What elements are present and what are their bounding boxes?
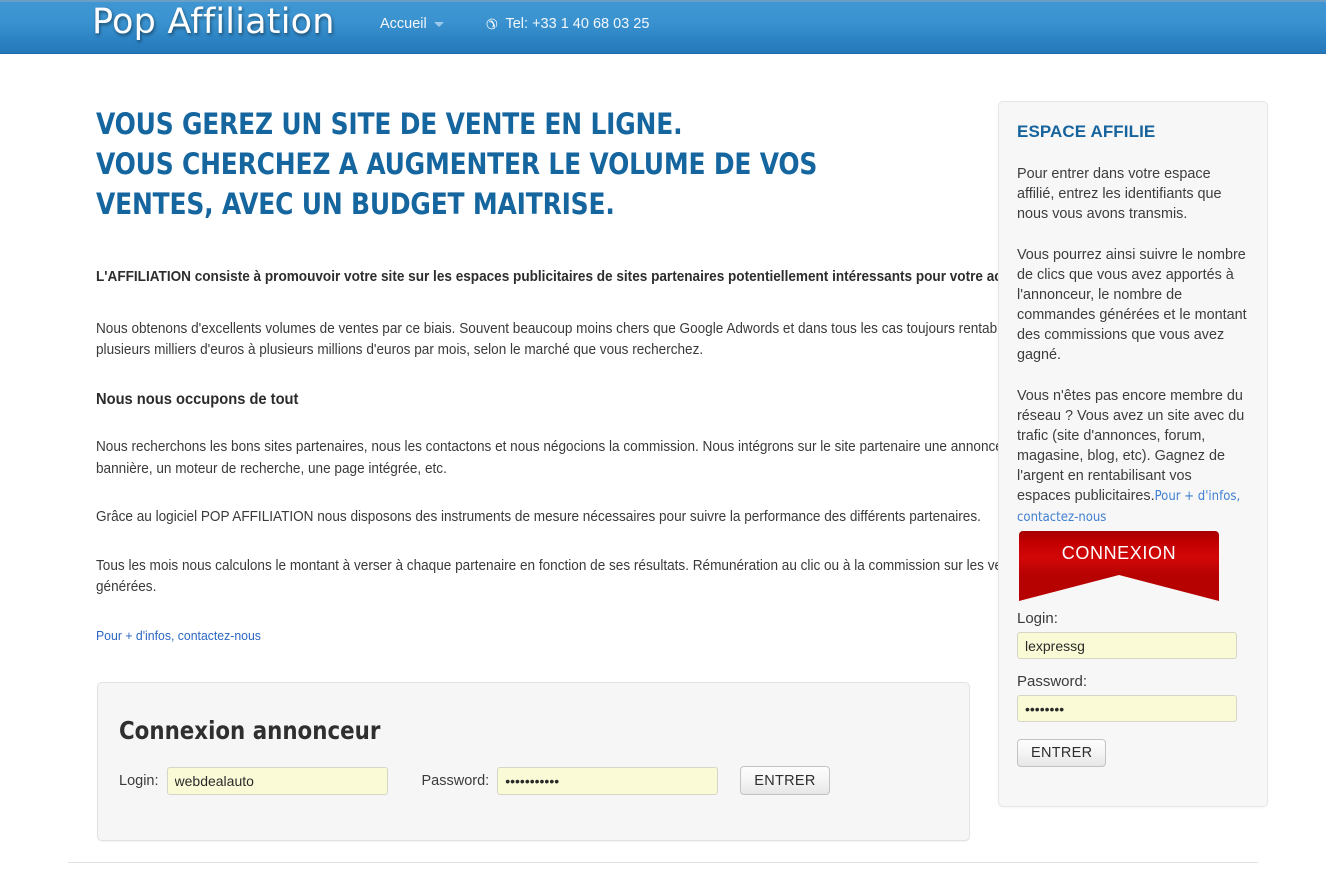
affiliate-paragraph-2: Vous pourrez ainsi suivre le nombre de c…	[1017, 247, 1247, 363]
page-title-line-2: VOUS CHERCHEZ A AUGMENTER LE VOLUME DE V…	[96, 147, 818, 181]
intro-copy: L'AFFILIATION consiste à promouvoir votr…	[96, 267, 1077, 647]
affiliate-submit-button[interactable]: ENTRER	[1017, 739, 1107, 767]
affiliate-paragraph-3: Vous n'êtes pas encore membre du réseau …	[1017, 386, 1249, 528]
advertiser-password-label: Password:	[421, 772, 490, 789]
main-content: VOUS GEREZ UN SITE DE VENTE EN LIGNE. VO…	[96, 104, 1039, 647]
brand-logo[interactable]: Pop Affiliation	[92, 2, 335, 42]
affiliate-sidebar-copy: ESPACE AFFILIE Pour entrer dans votre es…	[999, 102, 1267, 528]
affiliate-login-label: Login:	[1017, 610, 1058, 627]
paragraph-3: Grâce au logiciel POP AFFILIATION nous d…	[96, 509, 981, 525]
affiliate-login-input[interactable]	[1017, 632, 1237, 659]
advertiser-login-panel: Connexion annonceur Login: Password: ENT…	[97, 682, 970, 841]
advertiser-login-input[interactable]	[166, 766, 388, 795]
page-title-line-3: VENTES, AVEC UN BUDGET MAITRISE.	[96, 187, 615, 221]
affiliate-paragraph-1: Pour entrer dans votre espace affilié, e…	[1017, 166, 1222, 222]
advertiser-password-input[interactable]	[497, 766, 719, 795]
contact-link[interactable]: Pour + d'infos, contactez-nous	[96, 628, 261, 643]
affiliate-sidebar: ESPACE AFFILIE Pour entrer dans votre es…	[998, 101, 1268, 807]
connexion-ribbon[interactable]: CONNEXION	[1019, 531, 1219, 601]
advertiser-login-form: Login: Password: ENTRER	[119, 766, 830, 795]
affiliate-sidebar-title: ESPACE AFFILIE	[1017, 122, 1156, 141]
chevron-down-icon	[433, 21, 444, 27]
paragraph-4: Tous les mois nous calculons le montant …	[96, 557, 1028, 596]
phone-icon: ✆	[484, 15, 499, 33]
advertiser-submit-button[interactable]: ENTRER	[740, 766, 830, 795]
lead-paragraph: L'AFFILIATION consiste à promouvoir votr…	[96, 269, 1038, 285]
affiliate-paragraph-3-text: Vous n'êtes pas encore membre du réseau …	[1017, 388, 1245, 504]
primary-nav: Accueil ✆ Tel: +33 1 40 68 03 25	[380, 15, 650, 33]
paragraph-1: Nous obtenons d'excellents volumes de ve…	[96, 320, 1040, 359]
nav-item-accueil-label: Accueil	[380, 16, 427, 32]
affiliate-password-input[interactable]	[1017, 695, 1237, 722]
advertiser-login-label: Login:	[119, 772, 159, 789]
nav-item-phone[interactable]: ✆ Tel: +33 1 40 68 03 25	[484, 15, 650, 33]
footer-divider	[68, 862, 1258, 863]
page-title: VOUS GEREZ UN SITE DE VENTE EN LIGNE. VO…	[96, 104, 919, 224]
advertiser-login-title: Connexion annonceur	[119, 716, 381, 745]
page-title-line-1: VOUS GEREZ UN SITE DE VENTE EN LIGNE.	[96, 107, 683, 141]
connexion-ribbon-label: CONNEXION	[1061, 542, 1177, 563]
paragraph-2: Nous recherchons les bons sites partenai…	[96, 439, 1034, 477]
site-header: Pop Affiliation Accueil ✆ Tel: +33 1 40 …	[0, 0, 1326, 54]
affiliate-login-form: Login: Password: ENTRER	[999, 575, 1267, 767]
affiliate-password-label: Password:	[1017, 673, 1088, 690]
section-subheading: Nous nous occupons de tout	[96, 390, 299, 408]
nav-item-phone-label: Tel: +33 1 40 68 03 25	[505, 16, 650, 32]
nav-item-accueil[interactable]: Accueil	[380, 16, 444, 32]
